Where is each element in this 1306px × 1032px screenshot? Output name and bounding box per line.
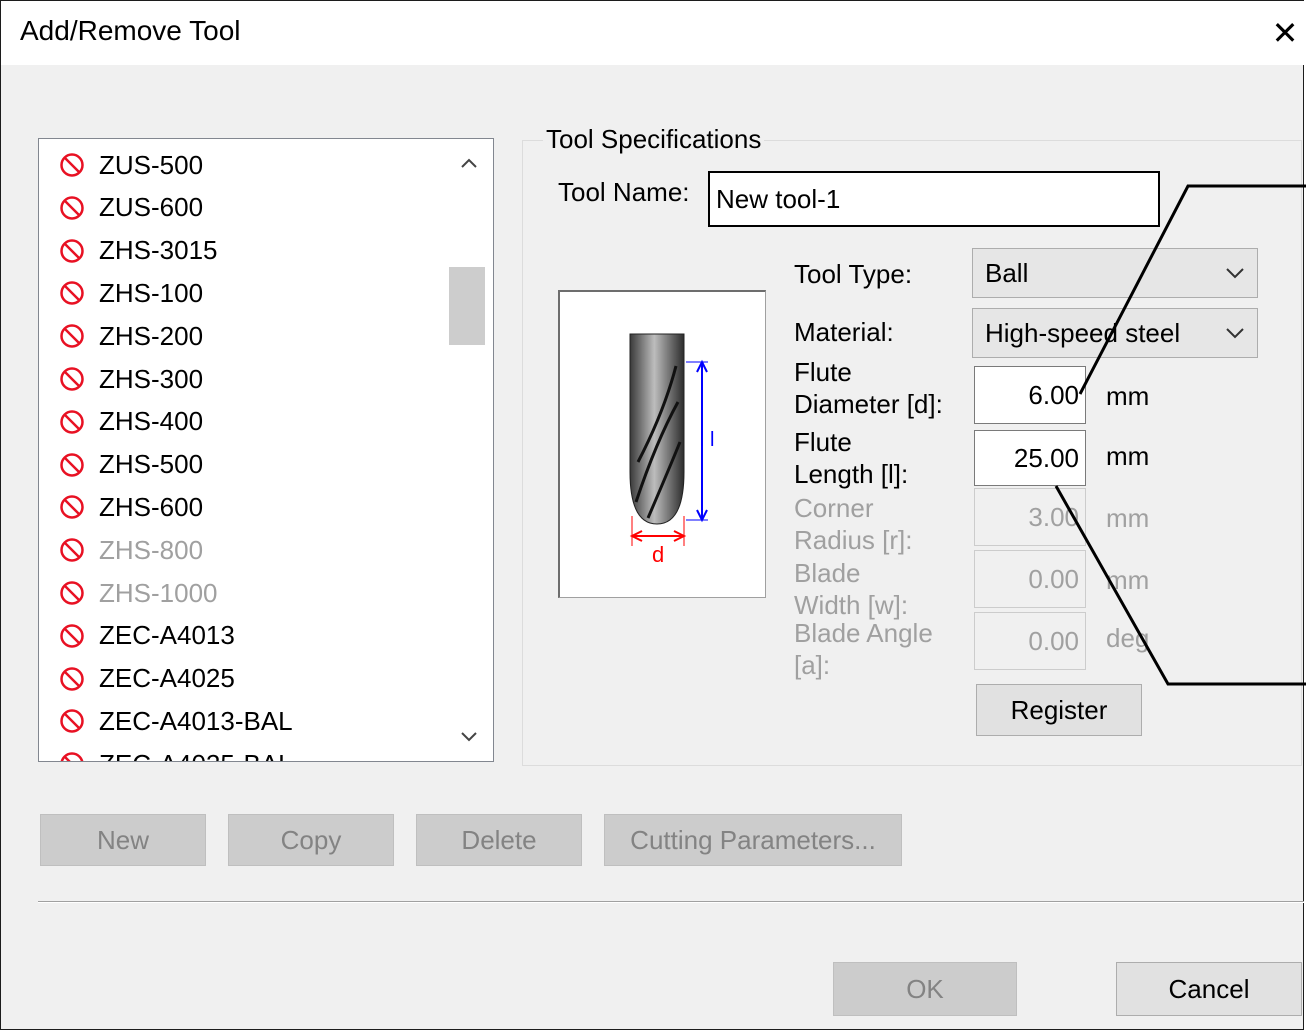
new-button[interactable]: New bbox=[40, 814, 206, 866]
flute-length-unit: mm bbox=[1106, 441, 1150, 471]
blade-angle-unit: deg bbox=[1106, 623, 1150, 653]
scroll-down-arrow-icon[interactable] bbox=[451, 717, 487, 757]
tool-list-scrollbar[interactable] bbox=[449, 139, 489, 761]
register-button[interactable]: Register bbox=[976, 684, 1142, 736]
ban-icon bbox=[60, 581, 84, 605]
tool-list-item-label: ZEC-A4025-BAL bbox=[99, 749, 293, 761]
flute-length-input[interactable]: 25.00 bbox=[974, 430, 1086, 486]
tool-list-item[interactable]: ZHS-500 bbox=[59, 445, 203, 485]
tool-list-item-label: ZHS-1000 bbox=[99, 577, 218, 608]
tool-diagram: l d bbox=[558, 290, 766, 598]
blade-width-label-line1: Blade bbox=[794, 558, 861, 588]
ban-icon bbox=[60, 196, 84, 220]
tool-list-item[interactable]: ZEC-A4025 bbox=[59, 659, 235, 699]
tool-type-select[interactable]: Ball bbox=[972, 248, 1258, 298]
scroll-up-arrow-icon[interactable] bbox=[451, 143, 487, 183]
tool-list-item[interactable]: ZEC-A4013-BAL bbox=[59, 701, 293, 741]
tool-list-item-label: ZEC-A4013-BAL bbox=[99, 705, 293, 736]
ban-icon bbox=[60, 538, 84, 562]
ban-icon bbox=[60, 709, 84, 734]
tool-list-item-label: ZHS-200 bbox=[99, 320, 204, 351]
blade-angle-label-line2: [a]: bbox=[794, 650, 831, 680]
cancel-button[interactable]: Cancel bbox=[1116, 962, 1302, 1016]
tool-list-item-label: ZHS-300 bbox=[99, 363, 204, 394]
tool-list-item[interactable]: ZHS-100 bbox=[59, 273, 203, 313]
dialog-title: Add/Remove Tool bbox=[20, 15, 241, 46]
tool-list-item[interactable]: ZHS-800 bbox=[59, 530, 203, 570]
diagram-diameter-mark: d bbox=[652, 542, 664, 567]
ban-icon bbox=[60, 367, 84, 391]
corner-radius-label-line1: Corner bbox=[794, 493, 874, 523]
blade-width-unit: mm bbox=[1106, 565, 1150, 595]
flute-diameter-label-line1: Flute bbox=[794, 357, 852, 387]
chevron-down-icon bbox=[1226, 328, 1244, 339]
ban-icon bbox=[60, 624, 84, 648]
ban-icon bbox=[60, 752, 84, 761]
tool-type-value: Ball bbox=[985, 257, 1029, 288]
tool-list-item[interactable]: ZHS-1000 bbox=[59, 573, 218, 613]
cutting-parameters-button[interactable]: Cutting Parameters... bbox=[604, 814, 902, 866]
ban-icon bbox=[60, 495, 84, 520]
tool-list-item[interactable]: ZHS-300 bbox=[59, 359, 203, 399]
diagram-length-mark: l bbox=[710, 429, 714, 451]
copy-button[interactable]: Copy bbox=[228, 814, 394, 866]
tool-list-item-label: ZHS-100 bbox=[99, 277, 204, 308]
tool-list-item[interactable]: ZHS-200 bbox=[59, 316, 203, 356]
tool-specifications-label: Tool Specifications bbox=[543, 124, 765, 155]
tool-list-item[interactable]: ZEC-A4025-BAL bbox=[59, 744, 293, 761]
tool-list-item-label: ZUS-500 bbox=[99, 149, 204, 180]
flute-length-label-line2: Length [l]: bbox=[794, 459, 909, 489]
tool-list-item[interactable]: ZHS-400 bbox=[59, 402, 203, 442]
flute-length-label-line1: Flute bbox=[794, 427, 852, 457]
flute-diameter-input[interactable]: 6.00 bbox=[974, 366, 1086, 424]
scroll-thumb[interactable] bbox=[449, 267, 485, 345]
ban-icon bbox=[60, 324, 84, 348]
tool-list-item-label: ZEC-A4025 bbox=[99, 663, 235, 694]
tool-list-item-label: ZHS-400 bbox=[99, 406, 204, 437]
tool-list-item-label: ZHS-800 bbox=[99, 534, 204, 565]
tool-name-input[interactable]: New tool-1 bbox=[708, 171, 1160, 227]
tool-type-label: Tool Type: bbox=[794, 259, 913, 289]
ban-icon bbox=[60, 666, 84, 691]
ban-icon bbox=[60, 410, 84, 434]
delete-button[interactable]: Delete bbox=[416, 814, 582, 866]
ban-icon bbox=[60, 452, 84, 477]
flute-diameter-unit: mm bbox=[1106, 381, 1150, 411]
flute-diameter-label-line2: Diameter [d]: bbox=[794, 389, 943, 419]
blade-angle-label-line1: Blade Angle bbox=[794, 618, 933, 648]
tool-list-item[interactable]: ZHS-3015 bbox=[59, 231, 218, 271]
corner-radius-input[interactable]: 3.00 bbox=[974, 488, 1086, 546]
material-label: Material: bbox=[794, 317, 894, 347]
material-value: High-speed steel bbox=[985, 317, 1181, 348]
tool-name-label: Tool Name: bbox=[558, 177, 690, 207]
tool-list-item[interactable]: ZUS-500 bbox=[59, 145, 203, 185]
ban-icon bbox=[60, 238, 84, 263]
separator bbox=[38, 901, 1304, 903]
ban-icon bbox=[60, 281, 84, 306]
close-icon[interactable]: ✕ bbox=[1265, 11, 1305, 55]
material-select[interactable]: High-speed steel bbox=[972, 308, 1258, 358]
corner-radius-unit: mm bbox=[1106, 503, 1150, 533]
tool-list-item-label: ZUS-600 bbox=[99, 192, 204, 223]
blade-angle-input[interactable]: 0.00 bbox=[974, 612, 1086, 670]
chevron-down-icon bbox=[1226, 268, 1244, 279]
tool-list-item-label: ZHS-3015 bbox=[99, 235, 218, 266]
title-bar: Add/Remove Tool ✕ bbox=[1, 1, 1305, 65]
tool-list-item[interactable]: ZUS-600 bbox=[59, 188, 203, 228]
ban-icon bbox=[60, 153, 84, 177]
tool-list-item-label: ZEC-A4013 bbox=[99, 620, 235, 651]
tool-list-item-label: ZHS-500 bbox=[99, 449, 204, 480]
corner-radius-label-line2: Radius [r]: bbox=[794, 525, 913, 555]
tool-list[interactable]: ZUS-500 ZUS-600 ZHS-3015 ZHS-100 ZHS-200 ZHS-… bbox=[38, 138, 494, 762]
blade-width-input[interactable]: 0.00 bbox=[974, 550, 1086, 608]
tool-list-item[interactable]: ZHS-600 bbox=[59, 487, 203, 527]
tool-list-item-label: ZHS-600 bbox=[99, 491, 204, 522]
ok-button[interactable]: OK bbox=[833, 962, 1017, 1016]
tool-list-item[interactable]: ZEC-A4013 bbox=[59, 616, 235, 656]
